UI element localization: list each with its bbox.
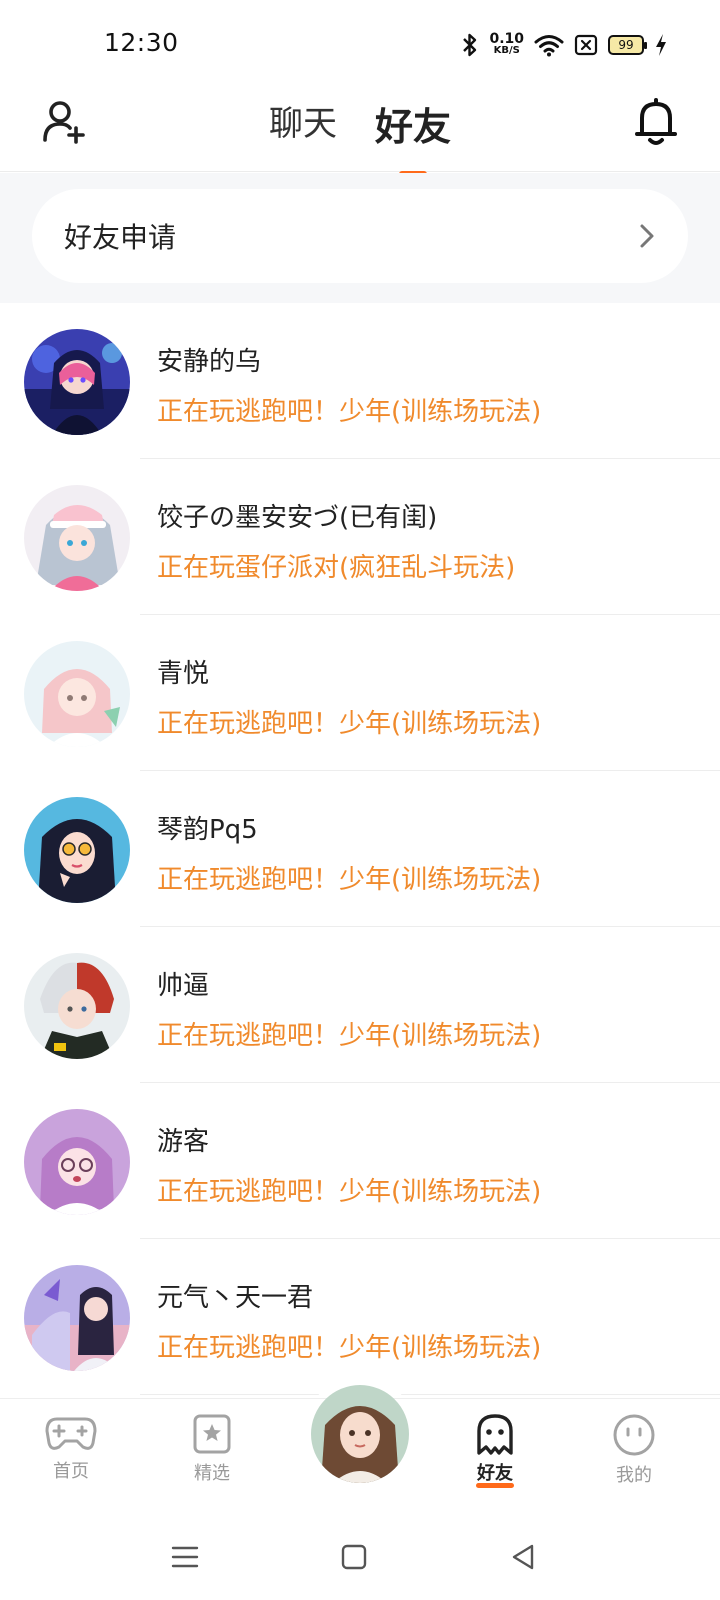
gamepad-icon <box>45 1417 97 1450</box>
nav-home-label: 首页 <box>53 1461 89 1482</box>
avatar[interactable] <box>24 1109 130 1215</box>
friend-status: 正在玩逃跑吧！少年(训练场玩法) <box>157 1021 542 1051</box>
friend-row[interactable]: 青悦 正在玩逃跑吧！少年(训练场玩法) <box>0 615 720 771</box>
friend-status: 正在玩逃跑吧！少年(训练场玩法) <box>157 397 542 427</box>
status-time: 12:30 <box>104 28 179 57</box>
tab-chat[interactable]: 聊天 <box>267 96 339 151</box>
friend-row[interactable]: 安静的乌 正在玩逃跑吧！少年(训练场玩法) <box>0 303 720 459</box>
friend-status: 正在玩逃跑吧！少年(训练场玩法) <box>157 865 542 895</box>
friend-row[interactable]: 帅逼 正在玩逃跑吧！少年(训练场玩法) <box>0 927 720 1083</box>
chevron-right-icon <box>640 224 654 248</box>
friend-name: 饺子の墨安安づ(已有闺) <box>157 503 438 533</box>
nav-featured[interactable]: 精选 <box>167 1413 257 1485</box>
avatar[interactable] <box>24 641 130 747</box>
friend-list: 安静的乌 正在玩逃跑吧！少年(训练场玩法) 饺子の墨安安づ(已有闺) 正在玩蛋仔… <box>0 303 720 1395</box>
nav-friends-label: 好友 <box>477 1463 513 1484</box>
battery-indicator: 99 <box>608 35 647 55</box>
ghost-icon <box>477 1414 513 1455</box>
friend-name: 安静的乌 <box>157 347 262 377</box>
avatar[interactable] <box>24 329 130 435</box>
avatar[interactable] <box>24 485 130 591</box>
avatar[interactable] <box>24 953 130 1059</box>
nav-active-indicator <box>476 1483 514 1488</box>
friend-name: 帅逼 <box>157 971 210 1001</box>
wifi-icon <box>534 35 564 57</box>
status-bar: 12:30 0.10 KB/S 99 <box>0 0 720 90</box>
friend-name: 青悦 <box>157 659 210 689</box>
tab-friends-label: 好友 <box>374 105 451 149</box>
status-icons: 0.10 KB/S 99 <box>461 30 668 60</box>
nav-friends[interactable]: 好友 <box>450 1413 540 1488</box>
friend-request-button[interactable]: 好友申请 <box>32 189 688 283</box>
friend-status: 正在玩逃跑吧！少年(训练场玩法) <box>157 1333 542 1363</box>
friend-status: 正在玩逃跑吧！少年(训练场玩法) <box>157 1177 542 1207</box>
bell-icon[interactable] <box>632 96 680 148</box>
avatar[interactable] <box>24 1265 130 1371</box>
tab-friends[interactable]: 好友 <box>373 96 453 177</box>
bluetooth-icon <box>463 33 477 57</box>
back-triangle-icon[interactable] <box>508 1542 538 1572</box>
top-header: 聊天 好友 <box>0 90 720 177</box>
friend-row[interactable]: 饺子の墨安安づ(已有闺) 正在玩蛋仔派对(疯狂乱斗玩法) <box>0 459 720 615</box>
tab-bar: 聊天 好友 <box>0 96 720 177</box>
row-divider <box>140 1394 720 1395</box>
system-nav-bar <box>0 1510 720 1600</box>
friend-name: 游客 <box>157 1127 210 1157</box>
nav-me-label: 我的 <box>616 1465 652 1486</box>
face-icon <box>613 1414 655 1456</box>
friend-row[interactable]: 琴韵Pq5 正在玩逃跑吧！少年(训练场玩法) <box>0 771 720 927</box>
nav-me[interactable]: 我的 <box>589 1413 679 1487</box>
friend-name: 元气丶天一君 <box>157 1283 314 1313</box>
network-speed: 0.10 KB/S <box>489 31 524 56</box>
friend-row[interactable]: 元气丶天一君 正在玩逃跑吧！少年(训练场玩法) <box>0 1239 720 1395</box>
menu-icon[interactable] <box>170 1542 200 1572</box>
charging-icon <box>656 34 666 56</box>
friend-request-label: 好友申请 <box>64 221 177 254</box>
center-avatar-button[interactable] <box>311 1385 409 1483</box>
star-bookmark-icon <box>193 1414 231 1454</box>
friend-name: 琴韵Pq5 <box>157 815 258 845</box>
home-square-icon[interactable] <box>339 1542 369 1572</box>
friend-request-section: 好友申请 <box>0 173 720 303</box>
nav-home[interactable]: 首页 <box>26 1413 116 1483</box>
friend-status: 正在玩蛋仔派对(疯狂乱斗玩法) <box>157 553 516 583</box>
friend-row[interactable]: 游客 正在玩逃跑吧！少年(训练场玩法) <box>0 1083 720 1239</box>
nav-featured-label: 精选 <box>194 1463 230 1484</box>
friend-status: 正在玩逃跑吧！少年(训练场玩法) <box>157 709 542 739</box>
no-sim-icon <box>574 34 598 56</box>
avatar[interactable] <box>24 797 130 903</box>
